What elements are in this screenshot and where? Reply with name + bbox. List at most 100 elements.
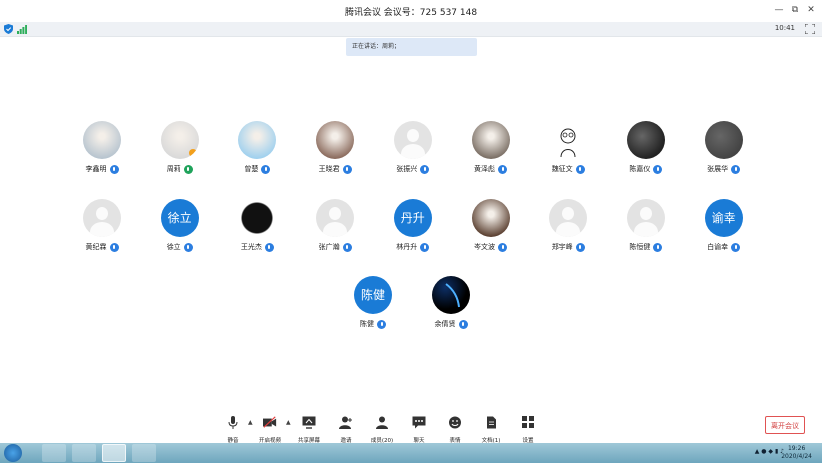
participant-name: 张广瀚 <box>318 243 340 251</box>
taskbar-app-browser[interactable] <box>42 444 66 462</box>
mic-status-icon <box>420 164 430 174</box>
status-bar: 10:41 <box>0 22 822 37</box>
participant-name-row: 白谕幸 <box>684 242 764 252</box>
mic-status-icon <box>420 242 430 252</box>
participant-avatar <box>160 121 199 159</box>
mic-status-icon <box>498 164 507 174</box>
chat-button[interactable]: 聊天 <box>402 414 436 444</box>
taskbar-clock[interactable]: 19:26 2020/4/24 <box>781 445 812 461</box>
participant-name: 王光杰 <box>240 243 262 251</box>
participant-name: 张展华 <box>707 165 729 173</box>
close-button[interactable]: ✕ <box>804 3 818 17</box>
participant-avatar <box>316 121 355 159</box>
participant-tile[interactable]: 陈恒健 <box>606 199 686 252</box>
mic-status-icon <box>377 319 386 329</box>
screen-share-icon <box>302 416 316 429</box>
mic-status-icon <box>183 242 193 252</box>
speaking-indicator: 正在讲话：周莉； <box>346 38 477 56</box>
participant-tile[interactable]: 周莉 <box>140 121 220 174</box>
avatar-initials: 丹升 <box>400 211 425 225</box>
mute-options-caret-icon[interactable]: ▲ <box>248 419 253 426</box>
taskbar-app-meeting[interactable] <box>102 444 126 462</box>
participant-tile[interactable]: 黄纪霖 <box>62 199 142 252</box>
members-icon <box>376 416 388 429</box>
mic-status-icon <box>342 242 352 252</box>
participant-name: 黄纪霖 <box>85 243 107 251</box>
shield-icon[interactable] <box>4 24 13 34</box>
participant-avatar <box>83 121 121 159</box>
participant-name-row: 魏征文 <box>528 164 608 174</box>
participant-name: 黄泽彪 <box>474 165 495 173</box>
participant-name-row: 岑文波 <box>451 242 531 252</box>
participant-tile[interactable]: 余倩贤 <box>411 276 491 329</box>
start-button[interactable] <box>4 444 22 462</box>
participant-avatar <box>238 199 277 237</box>
share-screen-button[interactable]: 共享屏幕 <box>292 414 326 444</box>
participant-tile[interactable]: 张展华 <box>684 121 764 174</box>
participant-name: 徐立 <box>166 243 181 251</box>
participant-name-row: 林丹升 <box>373 242 453 252</box>
settings-button[interactable]: 设置 <box>511 414 545 444</box>
participant-name: 陈健 <box>360 320 374 328</box>
participant-tile[interactable]: 张广瀚 <box>295 199 375 252</box>
meeting-clock: 10:41 <box>774 24 795 32</box>
host-badge-icon <box>188 149 197 157</box>
participant-name: 陈嘉仪 <box>629 165 651 173</box>
participant-avatar <box>83 199 121 237</box>
participant-tile[interactable]: 徐立 徐立 <box>140 199 220 252</box>
system-tray[interactable]: ▲ ● ◆ ▮ ♪ <box>755 448 784 455</box>
participant-tile[interactable]: 曾楚 <box>217 121 297 174</box>
participant-tile[interactable]: 黄泽彪 <box>451 121 531 174</box>
participant-tile[interactable]: 郑宇峰 <box>528 199 608 252</box>
participant-tile[interactable]: 张振兴 <box>373 121 453 174</box>
participant-tile[interactable]: 王光杰 <box>217 199 297 252</box>
participant-name-row: 曾楚 <box>217 164 297 174</box>
participant-name-row: 周莉 <box>140 164 220 174</box>
reaction-button[interactable]: 表情 <box>438 414 472 444</box>
leave-meeting-button[interactable]: 离开会议 <box>765 416 805 434</box>
participant-name-row: 张振兴 <box>373 164 453 174</box>
restore-button[interactable]: ⧉ <box>788 3 802 17</box>
fullscreen-icon[interactable] <box>805 24 815 34</box>
invite-button[interactable]: 邀请 <box>329 414 363 444</box>
participant-name: 魏征文 <box>551 165 573 173</box>
participant-avatar <box>238 121 277 159</box>
participant-tile[interactable]: 岑文波 <box>451 199 531 252</box>
taskbar-app-folder[interactable] <box>72 444 96 462</box>
mic-status-icon <box>109 242 119 252</box>
participant-avatar: 丹升 <box>393 199 432 237</box>
mic-status-icon <box>731 242 741 252</box>
participant-name-row: 李鑫明 <box>62 164 142 174</box>
participant-tile[interactable]: 李鑫明 <box>62 121 142 174</box>
taskbar-app-presentation[interactable] <box>132 444 156 462</box>
taskbar-time: 19:26 <box>787 445 806 452</box>
participant-tile[interactable]: 谕幸 白谕幸 <box>684 199 764 252</box>
participant-name: 陈恒健 <box>629 243 651 251</box>
members-button[interactable]: 成员(20) <box>365 414 399 444</box>
participant-tile[interactable]: 陈健 陈健 <box>333 276 413 329</box>
participant-tile[interactable]: 王晓君 <box>295 121 375 174</box>
minimize-button[interactable]: — <box>772 3 786 17</box>
settings-grid-icon <box>522 416 534 428</box>
window-controls: — ⧉ ✕ <box>772 3 818 17</box>
participant-tile[interactable]: 陈嘉仪 <box>606 121 686 174</box>
chat-icon <box>412 416 426 429</box>
video-options-caret-icon[interactable]: ▲ <box>286 419 291 426</box>
window-title: 腾讯会议 会议号：725 537 148 <box>344 8 478 18</box>
participant-tile[interactable]: 魏征文 <box>528 121 608 174</box>
mute-button[interactable]: 静音 <box>216 414 250 444</box>
participant-name-row: 余倩贤 <box>411 319 491 329</box>
signal-icon[interactable] <box>17 25 27 34</box>
participant-name: 曾楚 <box>244 165 259 173</box>
participant-avatar <box>471 199 510 237</box>
mic-status-icon <box>653 242 663 252</box>
participant-name-row: 郑宇峰 <box>528 242 608 252</box>
video-button[interactable]: 开启视频 <box>253 414 287 444</box>
mic-status-icon <box>342 164 352 174</box>
participant-avatar <box>626 199 665 237</box>
participant-name-row: 徐立 <box>140 242 220 252</box>
participant-avatar <box>316 199 355 237</box>
mic-status-icon <box>261 164 271 174</box>
docs-button[interactable]: 文档(1) <box>474 414 508 444</box>
participant-tile[interactable]: 丹升 林丹升 <box>373 199 453 252</box>
